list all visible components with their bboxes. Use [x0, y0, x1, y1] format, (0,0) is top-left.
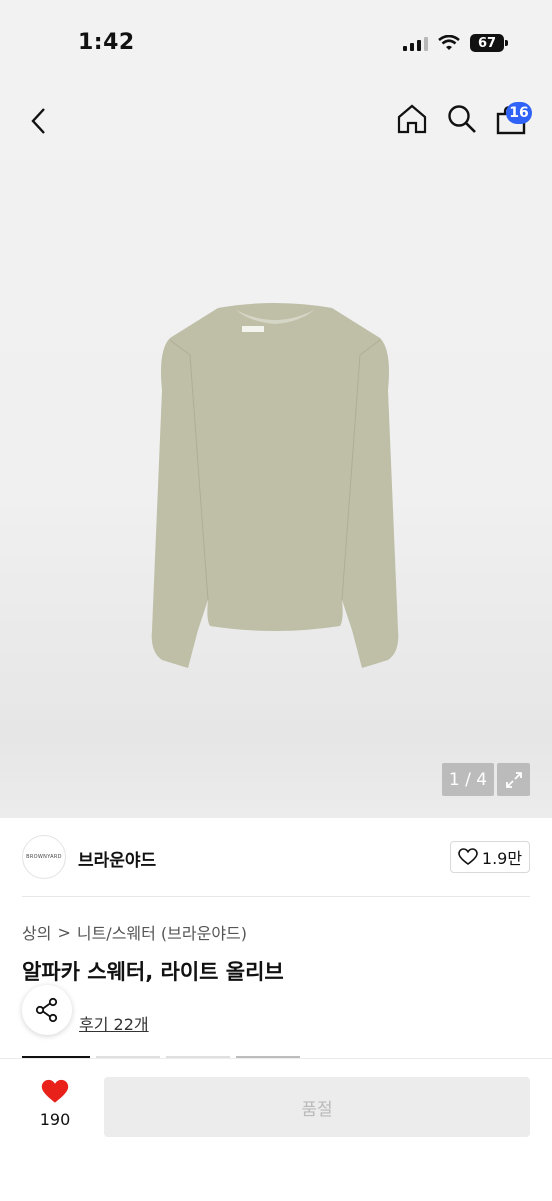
product-image-sweater — [151, 303, 399, 668]
heart-filled-icon — [41, 1079, 69, 1103]
wish-button[interactable]: 190 — [30, 1079, 80, 1129]
share-button[interactable] — [22, 985, 72, 1035]
brand-like-button[interactable]: 1.9만 — [450, 841, 530, 873]
back-icon[interactable] — [26, 103, 52, 139]
product-title: 알파카 스웨터, 라이트 올리브 — [22, 960, 284, 984]
wifi-icon — [438, 35, 460, 50]
share-icon — [35, 997, 58, 1023]
breadcrumb-subcategory[interactable]: 니트/스웨터 (브라운야드) — [77, 920, 247, 944]
signal-icon — [403, 35, 428, 51]
divider — [22, 896, 530, 897]
image-pager: 1 / 4 — [442, 763, 494, 796]
wish-count: 190 — [39, 1110, 71, 1129]
brand-like-count: 1.9만 — [481, 849, 523, 868]
status-icons: 67 — [403, 34, 508, 52]
chevron-right-icon: > — [57, 922, 71, 942]
bottom-action-bar: 190 품절 — [0, 1058, 552, 1201]
expand-icon[interactable] — [497, 763, 530, 796]
home-icon[interactable] — [396, 103, 428, 135]
brand-name[interactable]: 브라운야드 — [78, 846, 156, 871]
soldout-button[interactable]: 품절 — [104, 1077, 530, 1137]
brand-row: BROWNYARD 브라운야드 1.9만 — [22, 835, 530, 879]
breadcrumb: 상의 > 니트/스웨터 (브라운야드) — [22, 920, 247, 944]
review-link[interactable]: 후기 22개 — [79, 1011, 149, 1035]
battery-icon: 67 — [470, 34, 508, 52]
heart-outline-icon — [458, 848, 478, 865]
status-time: 1:42 — [78, 30, 135, 55]
brand-logo[interactable]: BROWNYARD — [22, 835, 66, 879]
cart-count-badge: 16 — [506, 102, 532, 124]
breadcrumb-category[interactable]: 상의 — [22, 920, 51, 944]
search-icon[interactable] — [446, 103, 478, 135]
